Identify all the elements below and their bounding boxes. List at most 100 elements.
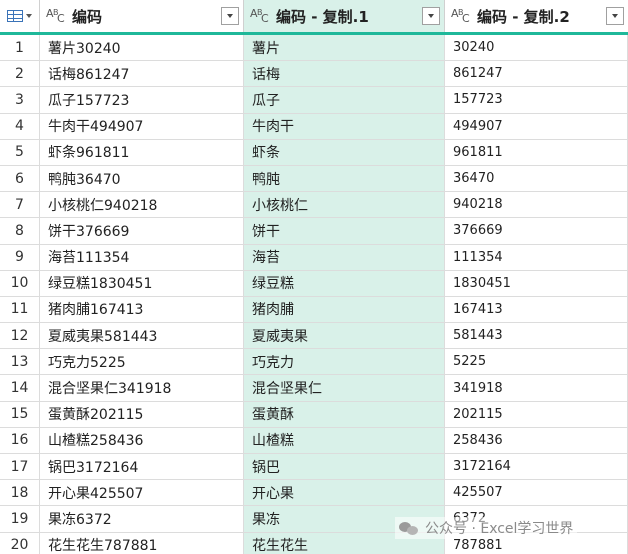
table-row: 2 话梅861247 话梅 861247 bbox=[0, 61, 628, 88]
row-number[interactable]: 14 bbox=[0, 375, 40, 401]
cell-code[interactable]: 话梅861247 bbox=[40, 61, 244, 87]
cell-code-copy-1[interactable]: 海苔 bbox=[244, 244, 445, 270]
cell-code-copy-1[interactable]: 话梅 bbox=[244, 61, 445, 87]
cell-code-copy-2[interactable]: 581443 bbox=[445, 323, 628, 349]
cell-code-copy-2[interactable]: 376669 bbox=[445, 218, 628, 244]
cell-code[interactable]: 虾条961811 bbox=[40, 139, 244, 165]
cell-code-copy-1[interactable]: 猪肉脯 bbox=[244, 296, 445, 323]
cell-code-copy-1[interactable]: 夏威夷果 bbox=[244, 323, 445, 349]
row-number[interactable]: 10 bbox=[0, 270, 40, 296]
query-editor-grid: ABC 编码 ABC 编码 - 复制.1 ABC 编码 - 复制.2 1 薯片30… bbox=[0, 0, 628, 554]
cell-code-copy-1[interactable]: 蛋黄酥 bbox=[244, 401, 445, 427]
row-number[interactable]: 3 bbox=[0, 87, 40, 113]
column-title: 编码 - 复制.2 bbox=[477, 7, 570, 26]
row-number[interactable]: 18 bbox=[0, 480, 40, 506]
row-number[interactable]: 6 bbox=[0, 165, 40, 192]
cell-code[interactable]: 猪肉脯167413 bbox=[40, 296, 244, 323]
table-row: 9 海苔111354 海苔 111354 bbox=[0, 244, 628, 271]
table-row: 16 山楂糕258436 山楂糕 258436 bbox=[0, 427, 628, 454]
row-number[interactable]: 8 bbox=[0, 218, 40, 244]
cell-code[interactable]: 绿豆糕1830451 bbox=[40, 270, 244, 296]
cell-code-copy-1[interactable]: 饼干 bbox=[244, 218, 445, 244]
cell-code[interactable]: 小核桃仁940218 bbox=[40, 192, 244, 218]
cell-code[interactable]: 薯片30240 bbox=[40, 35, 244, 61]
column-filter-button[interactable] bbox=[221, 7, 239, 25]
cell-code-copy-2[interactable]: 30240 bbox=[445, 35, 628, 61]
table-row: 14 混合坚果仁341918 混合坚果仁 341918 bbox=[0, 375, 628, 402]
cell-code[interactable]: 果冻6372 bbox=[40, 506, 244, 532]
watermark: 公众号 · Excel学习世界 bbox=[395, 517, 578, 539]
cell-code-copy-2[interactable]: 494907 bbox=[445, 113, 628, 139]
cell-code-copy-2[interactable]: 1830451 bbox=[445, 270, 628, 296]
cell-code-copy-2[interactable]: 111354 bbox=[445, 244, 628, 270]
wechat-icon bbox=[399, 520, 419, 536]
table-row: 4 牛肉干494907 牛肉干 494907 bbox=[0, 113, 628, 140]
cell-code[interactable]: 开心果425507 bbox=[40, 480, 244, 506]
cell-code-copy-1[interactable]: 薯片 bbox=[244, 35, 445, 61]
cell-code-copy-1[interactable]: 小核桃仁 bbox=[244, 192, 445, 218]
row-number[interactable]: 19 bbox=[0, 506, 40, 532]
table-row: 18 开心果425507 开心果 425507 bbox=[0, 480, 628, 507]
cell-code[interactable]: 花生花生787881 bbox=[40, 532, 244, 554]
cell-code-copy-1[interactable]: 牛肉干 bbox=[244, 113, 445, 139]
cell-code-copy-1[interactable]: 鸭肫 bbox=[244, 165, 445, 192]
cell-code-copy-2[interactable]: 425507 bbox=[445, 480, 628, 506]
cell-code-copy-2[interactable]: 167413 bbox=[445, 296, 628, 323]
cell-code-copy-1[interactable]: 瓜子 bbox=[244, 87, 445, 113]
cell-code[interactable]: 夏威夷果581443 bbox=[40, 323, 244, 349]
column-header-code-copy-1[interactable]: ABC 编码 - 复制.1 bbox=[244, 0, 445, 32]
row-number[interactable]: 1 bbox=[0, 35, 40, 61]
cell-code[interactable]: 瓜子157723 bbox=[40, 87, 244, 113]
row-number[interactable]: 20 bbox=[0, 532, 40, 554]
text-type-icon[interactable]: ABC bbox=[250, 7, 270, 25]
cell-code-copy-2[interactable]: 36470 bbox=[445, 165, 628, 192]
row-number[interactable]: 13 bbox=[0, 349, 40, 375]
cell-code[interactable]: 饼干376669 bbox=[40, 218, 244, 244]
cell-code[interactable]: 牛肉干494907 bbox=[40, 113, 244, 139]
cell-code[interactable]: 混合坚果仁341918 bbox=[40, 375, 244, 401]
chevron-down-icon bbox=[227, 14, 233, 18]
cell-code-copy-2[interactable]: 861247 bbox=[445, 61, 628, 87]
cell-code-copy-2[interactable]: 157723 bbox=[445, 87, 628, 113]
row-number[interactable]: 15 bbox=[0, 401, 40, 427]
column-header-code[interactable]: ABC 编码 bbox=[40, 0, 244, 32]
cell-code-copy-2[interactable]: 940218 bbox=[445, 192, 628, 218]
row-number[interactable]: 4 bbox=[0, 113, 40, 139]
chevron-down-icon bbox=[612, 14, 618, 18]
cell-code[interactable]: 锅巴3172164 bbox=[40, 454, 244, 480]
row-number[interactable]: 17 bbox=[0, 454, 40, 480]
cell-code-copy-2[interactable]: 341918 bbox=[445, 375, 628, 401]
cell-code-copy-1[interactable]: 绿豆糕 bbox=[244, 270, 445, 296]
cell-code[interactable]: 巧克力5225 bbox=[40, 349, 244, 375]
cell-code[interactable]: 鸭肫36470 bbox=[40, 165, 244, 192]
cell-code-copy-2[interactable]: 961811 bbox=[445, 139, 628, 165]
row-number[interactable]: 16 bbox=[0, 427, 40, 453]
cell-code[interactable]: 海苔111354 bbox=[40, 244, 244, 270]
row-number[interactable]: 9 bbox=[0, 244, 40, 270]
cell-code-copy-2[interactable]: 5225 bbox=[445, 349, 628, 375]
cell-code-copy-1[interactable]: 混合坚果仁 bbox=[244, 375, 445, 401]
cell-code-copy-1[interactable]: 开心果 bbox=[244, 480, 445, 506]
cell-code[interactable]: 山楂糕258436 bbox=[40, 427, 244, 453]
row-number[interactable]: 2 bbox=[0, 61, 40, 87]
column-filter-button[interactable] bbox=[606, 7, 624, 25]
cell-code-copy-2[interactable]: 3172164 bbox=[445, 454, 628, 480]
row-number[interactable]: 11 bbox=[0, 296, 40, 323]
table-menu-button[interactable] bbox=[0, 0, 40, 32]
row-number[interactable]: 7 bbox=[0, 192, 40, 218]
cell-code-copy-1[interactable]: 巧克力 bbox=[244, 349, 445, 375]
row-number[interactable]: 5 bbox=[0, 139, 40, 165]
cell-code-copy-1[interactable]: 锅巴 bbox=[244, 454, 445, 480]
cell-code[interactable]: 蛋黄酥202115 bbox=[40, 401, 244, 427]
chevron-down-icon bbox=[428, 14, 434, 18]
column-filter-button[interactable] bbox=[422, 7, 440, 25]
row-number[interactable]: 12 bbox=[0, 323, 40, 349]
column-header-code-copy-2[interactable]: ABC 编码 - 复制.2 bbox=[445, 0, 628, 32]
text-type-icon[interactable]: ABC bbox=[46, 7, 66, 25]
cell-code-copy-2[interactable]: 258436 bbox=[445, 427, 628, 453]
table-row: 8 饼干376669 饼干 376669 bbox=[0, 218, 628, 245]
cell-code-copy-2[interactable]: 202115 bbox=[445, 401, 628, 427]
text-type-icon[interactable]: ABC bbox=[451, 7, 471, 25]
cell-code-copy-1[interactable]: 虾条 bbox=[244, 139, 445, 165]
cell-code-copy-1[interactable]: 山楂糕 bbox=[244, 427, 445, 453]
